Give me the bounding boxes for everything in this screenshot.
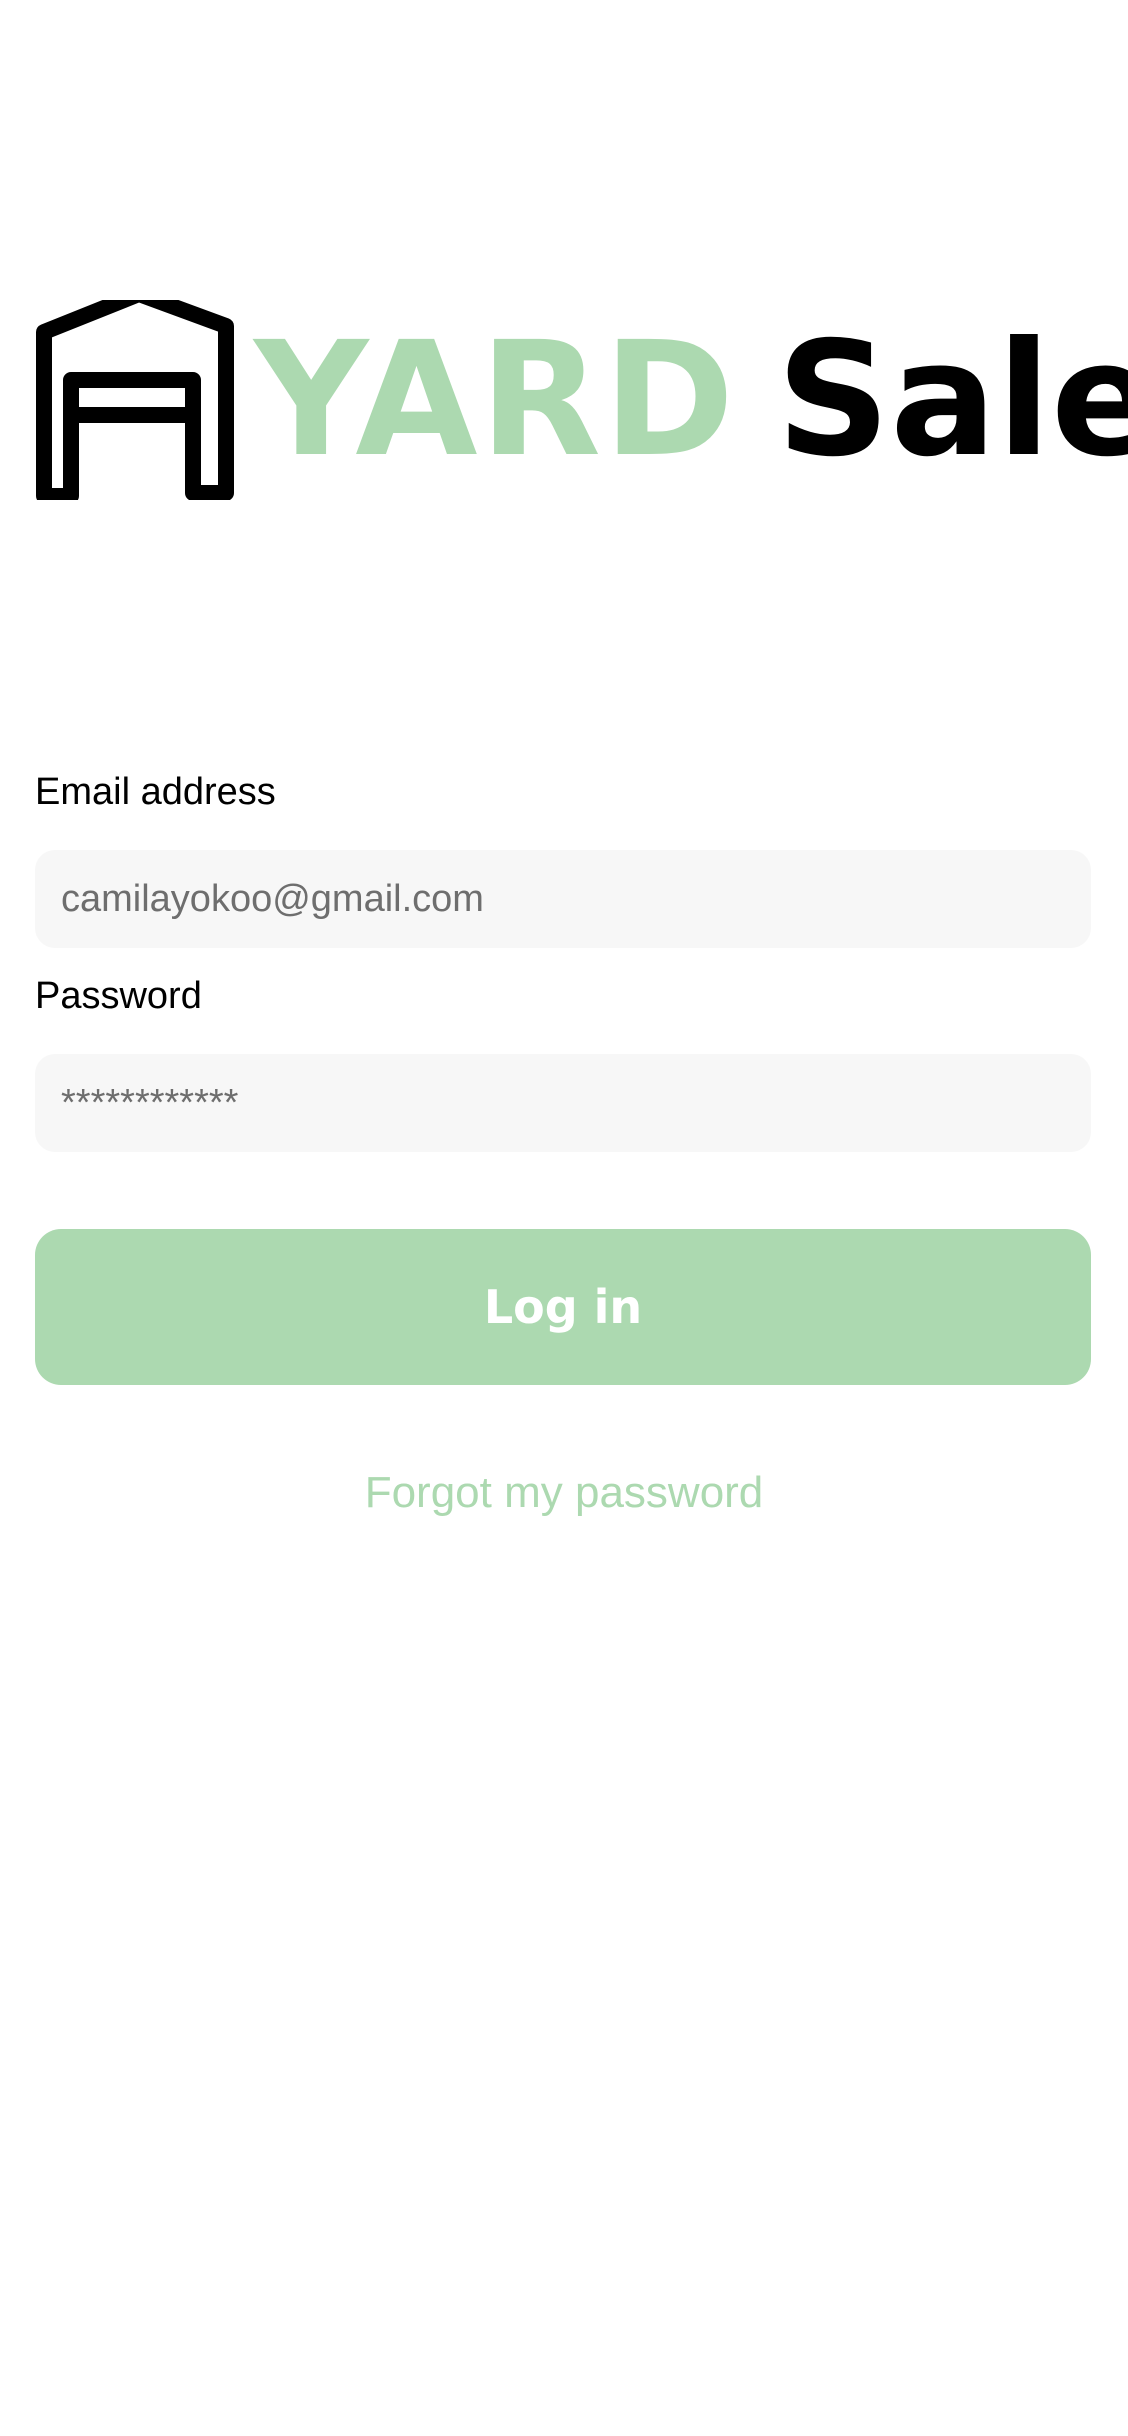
brand-yard: YARD <box>254 308 737 492</box>
password-label: Password <box>35 975 202 1017</box>
login-button[interactable]: Log in <box>35 1229 1091 1385</box>
login-form: Email address Password <box>35 770 1091 1152</box>
garage-house-icon <box>36 300 234 500</box>
logo: YARD Sale <box>36 300 1128 500</box>
brand-wordmark: YARD Sale <box>254 321 1128 479</box>
forgot-password-link[interactable]: Forgot my password <box>0 1468 1128 1518</box>
brand-sale: Sale <box>776 308 1128 492</box>
email-field[interactable] <box>35 850 1091 948</box>
password-field[interactable] <box>35 1054 1091 1152</box>
email-label: Email address <box>35 771 276 813</box>
